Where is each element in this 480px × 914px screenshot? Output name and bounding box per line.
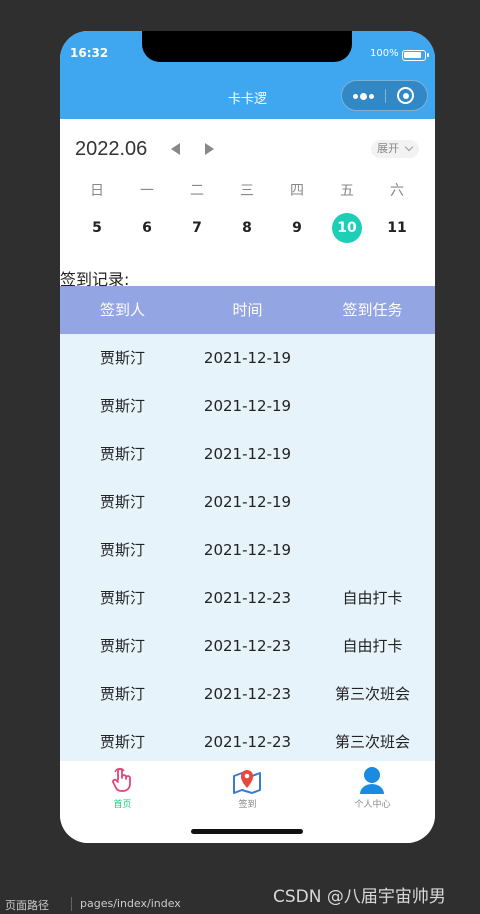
table-row: 贾斯汀 2021-12-19 (60, 334, 435, 382)
table-header: 签到人 时间 签到任务 (60, 286, 435, 334)
table-body[interactable]: 贾斯汀 2021-12-19 贾斯汀 2021-12-19 贾斯汀 2021-12-19 贾… (60, 334, 435, 761)
calendar-day[interactable]: 7 (172, 218, 222, 238)
cell-signer: 贾斯汀 (99, 541, 145, 559)
header-time: 时间 (232, 301, 263, 319)
cell-task (310, 382, 435, 430)
home-indicator (191, 829, 303, 834)
weekday-label: 五 (340, 183, 354, 199)
cell-time: 2021-12-19 (203, 445, 292, 463)
table-row: 贾斯汀 2021-12-23 第三次班会 (60, 670, 435, 718)
notch (142, 31, 352, 62)
cell-time: 2021-12-19 (203, 349, 292, 367)
tab-home[interactable]: 首页 (60, 761, 185, 821)
status-time: 16:32 (70, 46, 109, 60)
calendar-day[interactable]: 9 (272, 218, 322, 238)
tab-profile[interactable]: 个人中心 (310, 761, 435, 821)
table-row: 贾斯汀 2021-12-23 第三次班会 (60, 718, 435, 761)
phone-frame: 16:32 100% 卡卡逻 2022.06 展开 日一二三四五六 567891… (60, 31, 435, 843)
footer-route: pages/index/index (80, 897, 181, 910)
cell-task (310, 478, 435, 526)
calendar-day-selected[interactable]: 10 (332, 213, 362, 243)
calendar-month: 2022.06 (75, 138, 148, 160)
calendar-day[interactable]: 6 (122, 218, 172, 238)
tab-checkin[interactable]: 签到 (185, 761, 310, 821)
cell-signer: 贾斯汀 (99, 589, 145, 607)
cell-time: 2021-12-23 (203, 589, 292, 607)
battery-icon (402, 50, 429, 61)
watermark: CSDN @八届宇宙帅男 (273, 887, 446, 907)
cell-signer: 贾斯汀 (99, 397, 145, 415)
capsule-divider (385, 89, 386, 103)
calendar-day[interactable]: 5 (72, 218, 122, 238)
weekday-label: 三 (240, 183, 254, 199)
tab-home-label: 首页 (113, 800, 132, 810)
table-row: 贾斯汀 2021-12-19 (60, 526, 435, 574)
hand-pointer-icon (112, 767, 131, 792)
table-row: 贾斯汀 2021-12-19 (60, 430, 435, 478)
tab-profile-label: 个人中心 (354, 800, 391, 810)
cell-time: 2021-12-19 (203, 493, 292, 511)
weekday-label: 四 (290, 183, 304, 199)
close-target-icon[interactable] (397, 87, 414, 104)
weekday-label: 六 (390, 183, 404, 199)
cell-time: 2021-12-23 (203, 685, 292, 703)
weekday-label: 日 (90, 183, 104, 199)
expand-button[interactable]: 展开 (371, 140, 419, 158)
cell-time: 2021-12-23 (203, 733, 292, 751)
cell-signer: 贾斯汀 (99, 493, 145, 511)
prev-month-icon[interactable] (171, 143, 180, 155)
header-task: 签到任务 (342, 301, 403, 319)
chevron-down-icon (404, 142, 414, 152)
cell-task (310, 526, 435, 574)
battery-percent: 100% (370, 48, 399, 59)
cell-task: 自由打卡 (342, 637, 403, 655)
table-row: 贾斯汀 2021-12-23 自由打卡 (60, 574, 435, 622)
expand-label: 展开 (377, 142, 399, 155)
header-bar: 16:32 100% 卡卡逻 (60, 31, 435, 119)
footer-divider (71, 897, 72, 911)
weekday-label: 一 (140, 183, 154, 199)
calendar-day[interactable]: 8 (222, 218, 272, 238)
capsule-menu[interactable] (341, 80, 428, 111)
table-row: 贾斯汀 2021-12-23 自由打卡 (60, 622, 435, 670)
cell-signer: 贾斯汀 (99, 685, 145, 703)
header-signer: 签到人 (99, 301, 145, 319)
tab-checkin-label: 签到 (238, 800, 257, 810)
cell-task: 自由打卡 (342, 589, 403, 607)
user-icon (360, 767, 384, 794)
next-month-icon[interactable] (205, 143, 214, 155)
more-dots-icon[interactable] (353, 89, 379, 103)
weekday-label: 二 (190, 183, 204, 199)
cell-signer: 贾斯汀 (99, 733, 145, 751)
cell-task: 第三次班会 (334, 685, 410, 703)
calendar-day[interactable]: 11 (372, 218, 422, 238)
cell-time: 2021-12-19 (203, 397, 292, 415)
cell-task: 第三次班会 (334, 733, 410, 751)
cell-time: 2021-12-23 (203, 637, 292, 655)
cell-task (310, 430, 435, 478)
cell-signer: 贾斯汀 (99, 637, 145, 655)
map-pin-icon (233, 770, 261, 794)
table-row: 贾斯汀 2021-12-19 (60, 382, 435, 430)
table-row: 贾斯汀 2021-12-19 (60, 478, 435, 526)
cell-signer: 贾斯汀 (99, 349, 145, 367)
footer-path-label[interactable]: 页面路径 (5, 897, 49, 913)
cell-time: 2021-12-19 (203, 541, 292, 559)
cell-signer: 贾斯汀 (99, 445, 145, 463)
cell-task (310, 334, 435, 382)
